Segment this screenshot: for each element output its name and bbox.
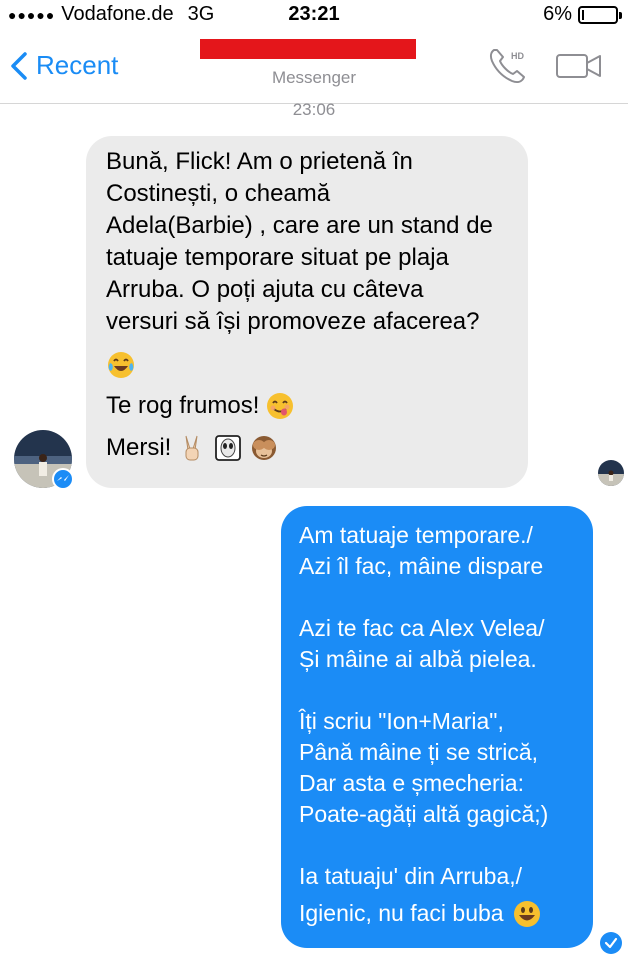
see-no-evil-monkey-emoji <box>252 436 277 460</box>
tears-of-joy-emoji <box>108 352 134 378</box>
battery-percent: 6% <box>543 3 572 25</box>
battery-level-fill <box>582 9 584 20</box>
message-line: Adela(Barbie) , care are un stand de <box>106 212 493 239</box>
message-line: tatuaje temporare situat pe plaja <box>106 244 449 271</box>
header-subtitle: Messenger <box>271 68 357 87</box>
redacted-contact-name <box>200 39 416 59</box>
yum-face-emoji <box>267 393 294 419</box>
battery-status: 6% <box>543 3 622 26</box>
message-line: Costinești, o cheamă <box>106 180 331 207</box>
message-timestamp: 23:06 <box>292 100 336 119</box>
message-line: Până mâine ți se strică, <box>299 739 539 765</box>
message-line: Am tatuaje temporare./ <box>299 522 533 548</box>
messenger-badge-icon <box>52 468 74 490</box>
delivered-check-icon <box>600 932 622 954</box>
video-camera-icon[interactable] <box>554 48 604 84</box>
conversation-header: Recent Messenger HD <box>0 30 628 104</box>
please-text: Te rog frumos! <box>106 392 260 419</box>
battery-icon <box>578 5 622 24</box>
message-line: Dar asta e șmecheria: <box>299 770 524 796</box>
message-line: versuri să își promoveze afacerea? <box>106 308 480 335</box>
message-line: Ia tatuaju' din Arruba,/ <box>299 863 523 889</box>
thanks-line: Mersi! <box>106 432 508 464</box>
message-line: Arruba. O poți ajuta cu câteva <box>106 276 424 303</box>
emoji-line <box>106 350 508 380</box>
message-last-line: Igienic, nu faci buba <box>299 898 575 929</box>
svg-text:HD: HD <box>511 51 524 61</box>
message-line: Azi te fac ca Alex Velea/ <box>299 615 545 641</box>
thanks-text: Mersi! <box>106 434 172 461</box>
message-line: Și mâine ai albă pielea. <box>299 646 537 672</box>
hd-phone-icon[interactable]: HD <box>486 44 530 88</box>
message-line: Igienic, nu faci buba <box>299 900 504 926</box>
victory-hand-emoji <box>185 435 199 461</box>
status-time: 23:21 <box>288 3 340 25</box>
status-bar: ●●●●● Vodafone.de 3G 23:21 6% <box>0 0 628 30</box>
outgoing-message-bubble[interactable]: Am tatuaje temporare./ Azi îl fac, mâine… <box>281 506 593 948</box>
message-line: Bună, Flick! Am o prietenă în <box>106 148 413 175</box>
message-line: Îți scriu "Ion+Maria", <box>299 708 504 734</box>
message-line: Poate-agăți altă gagică;) <box>299 801 549 827</box>
alien-emoji <box>215 435 242 461</box>
seen-receipt-avatar <box>598 460 624 486</box>
message-line: Azi îl fac, mâine dispare <box>299 553 544 579</box>
please-line: Te rog frumos! <box>106 390 508 422</box>
smiley-emoji <box>513 900 540 927</box>
incoming-message-bubble[interactable]: Bună, Flick! Am o prietenă în Costinești… <box>86 136 528 488</box>
